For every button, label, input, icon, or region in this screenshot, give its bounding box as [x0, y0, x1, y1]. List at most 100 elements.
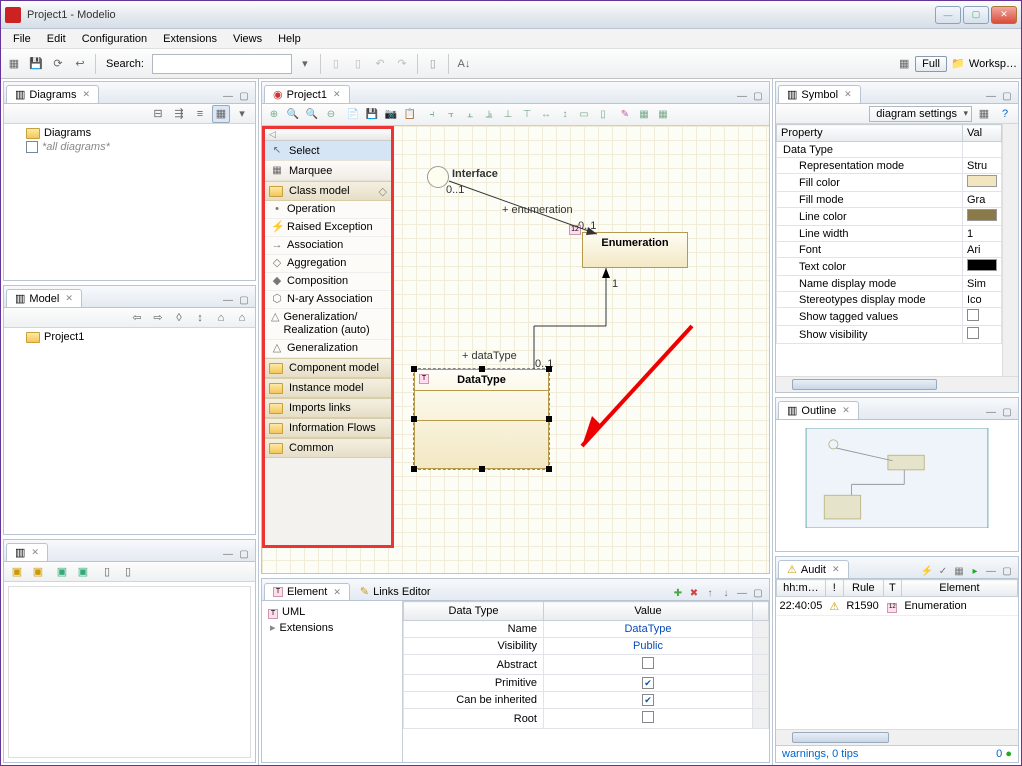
- nav-icon[interactable]: ↕: [191, 309, 209, 327]
- property-grid[interactable]: Data TypeValue NameDataTypeVisibilityPub…: [403, 601, 769, 729]
- fwd-icon[interactable]: ⇨: [149, 309, 167, 327]
- palette-item[interactable]: △Generalization/ Realization (auto): [265, 309, 391, 340]
- close-icon[interactable]: ✕: [82, 89, 90, 100]
- close-button[interactable]: ✕: [991, 6, 1017, 24]
- palette-item[interactable]: ◆Composition: [265, 273, 391, 291]
- property-row[interactable]: Fill color: [777, 174, 1002, 192]
- property-row[interactable]: Root: [404, 709, 769, 729]
- maximize-icon[interactable]: ▢: [1000, 89, 1014, 103]
- align-icon[interactable]: ⊤: [519, 107, 535, 123]
- palette-item[interactable]: ◇Aggregation: [265, 255, 391, 273]
- palette-item[interactable]: △Generalization: [265, 340, 391, 358]
- diagram-settings-combo[interactable]: diagram settings: [869, 106, 972, 122]
- perspective-icon[interactable]: ▦: [895, 55, 913, 73]
- style-icon[interactable]: ✎: [617, 107, 633, 123]
- toolbar-icon[interactable]: ⚡: [920, 564, 934, 578]
- palette-item[interactable]: •Operation: [265, 201, 391, 219]
- tab-links-editor[interactable]: ✎ Links Editor: [352, 583, 439, 600]
- workspace-icon[interactable]: 📁: [949, 55, 967, 73]
- minimize-icon[interactable]: —: [984, 564, 998, 578]
- save-icon[interactable]: 💾: [364, 107, 380, 123]
- toolbar-icon[interactable]: ↶: [371, 55, 389, 73]
- menu-views[interactable]: Views: [227, 31, 268, 47]
- copy-icon[interactable]: 📋: [402, 107, 418, 123]
- palette-item[interactable]: ⚡Raised Exception: [265, 219, 391, 237]
- tree-item[interactable]: Project1: [6, 330, 253, 344]
- nav-icon[interactable]: ↩: [71, 55, 89, 73]
- audit-row[interactable]: 22:40:05 ⚠ R1590 12 Enumeration: [777, 597, 1018, 616]
- tree-icon[interactable]: ⇶: [170, 105, 188, 123]
- palette-marquee[interactable]: ▦Marquee: [265, 161, 391, 181]
- menu-file[interactable]: File: [7, 31, 37, 47]
- search-input[interactable]: [152, 54, 292, 74]
- maximize-icon[interactable]: ▢: [237, 293, 251, 307]
- grid-icon[interactable]: ▦: [636, 107, 652, 123]
- menu-help[interactable]: Help: [272, 31, 307, 47]
- tab-audit[interactable]: ⚠ Audit ✕: [778, 560, 849, 578]
- property-row[interactable]: Stereotypes display modeIco: [777, 292, 1002, 308]
- close-icon[interactable]: ✕: [65, 293, 73, 304]
- save-icon[interactable]: 💾: [27, 55, 45, 73]
- property-row[interactable]: Fill modeGra: [777, 192, 1002, 208]
- toolbar-icon[interactable]: ▦: [975, 105, 993, 123]
- enumeration-node[interactable]: 12 Enumeration: [582, 232, 688, 268]
- dropdown-icon[interactable]: ▾: [296, 55, 314, 73]
- palette-collapse[interactable]: ◁: [265, 129, 391, 141]
- property-row[interactable]: Text color: [777, 258, 1002, 276]
- maximize-button[interactable]: ▢: [963, 6, 989, 24]
- menu-extensions[interactable]: Extensions: [157, 31, 223, 47]
- minimize-icon[interactable]: —: [735, 89, 749, 103]
- scrollbar[interactable]: [1002, 124, 1018, 376]
- workspace-label[interactable]: Worksp…: [969, 58, 1017, 70]
- property-row[interactable]: FontAri: [777, 242, 1002, 258]
- toolbar-icon[interactable]: ▣: [53, 563, 71, 581]
- palette-group[interactable]: Information Flows: [265, 418, 391, 438]
- toolbar-icon[interactable]: ▣: [74, 563, 92, 581]
- datatype-node[interactable]: T DataType: [414, 369, 549, 469]
- maximize-icon[interactable]: ▢: [237, 547, 251, 561]
- element-tree[interactable]: TUML ▸Extensions: [262, 601, 402, 762]
- distrib-icon[interactable]: ↔: [538, 107, 554, 123]
- minimize-icon[interactable]: —: [984, 405, 998, 419]
- tree-item[interactable]: TUML: [266, 605, 398, 620]
- nav-icon[interactable]: ⌂: [212, 309, 230, 327]
- property-row[interactable]: Show tagged values: [777, 308, 1002, 326]
- minimize-icon[interactable]: —: [221, 89, 235, 103]
- minimize-button[interactable]: —: [935, 6, 961, 24]
- help-icon[interactable]: ?: [996, 105, 1014, 123]
- distrib-icon[interactable]: ↕: [557, 107, 573, 123]
- property-row[interactable]: Abstract: [404, 655, 769, 675]
- minimize-icon[interactable]: —: [984, 89, 998, 103]
- palette-group[interactable]: Component model: [265, 358, 391, 378]
- camera-icon[interactable]: 📷: [383, 107, 399, 123]
- align-icon[interactable]: ⫠: [462, 107, 478, 123]
- close-icon[interactable]: ✕: [842, 405, 850, 416]
- align-icon[interactable]: ⊥: [500, 107, 516, 123]
- filter-icon[interactable]: ▦: [212, 105, 230, 123]
- tab-editor[interactable]: ◉ Project1 ✕: [264, 85, 350, 103]
- collapse-icon[interactable]: ⊟: [149, 105, 167, 123]
- property-row[interactable]: Primitive✔: [404, 675, 769, 692]
- toolbar-icon[interactable]: ▦: [952, 564, 966, 578]
- grid-icon[interactable]: ▦: [655, 107, 671, 123]
- maximize-icon[interactable]: ▢: [751, 586, 765, 600]
- toolbar-icon[interactable]: ▯: [119, 563, 137, 581]
- close-icon[interactable]: ✕: [31, 547, 39, 558]
- align-icon[interactable]: ⫞: [424, 107, 440, 123]
- toolbar-icon[interactable]: ▯: [327, 55, 345, 73]
- menu-configuration[interactable]: Configuration: [76, 31, 153, 47]
- property-row[interactable]: Data Type: [777, 142, 1002, 158]
- size-icon[interactable]: ▯: [595, 107, 611, 123]
- full-perspective-button[interactable]: Full: [915, 56, 947, 72]
- tab-unnamed[interactable]: ▥ ✕: [6, 543, 48, 561]
- property-row[interactable]: Representation modeStru: [777, 158, 1002, 174]
- palette-group[interactable]: Common: [265, 438, 391, 458]
- zoom-icon[interactable]: ⊕: [266, 107, 282, 123]
- toolbar-icon[interactable]: ✓: [936, 564, 950, 578]
- tab-element[interactable]: T Element ✕: [264, 583, 350, 600]
- back-icon[interactable]: ⇦: [128, 309, 146, 327]
- menu-icon[interactable]: ▾: [233, 105, 251, 123]
- sort-icon[interactable]: A↓: [455, 55, 473, 73]
- tree-item[interactable]: ▸Extensions: [266, 620, 398, 635]
- tree-item[interactable]: Diagrams: [6, 126, 253, 140]
